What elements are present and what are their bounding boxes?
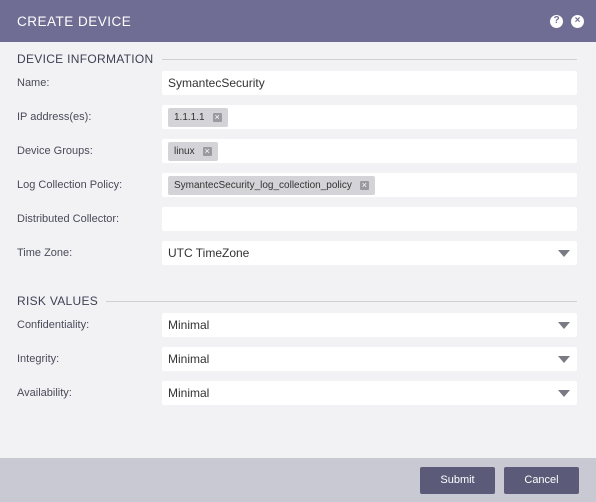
chevron-down-icon xyxy=(558,250,570,257)
name-input[interactable]: SymantecSecurity xyxy=(162,71,577,95)
name-label: Name: xyxy=(17,77,50,89)
chevron-down-icon xyxy=(558,356,570,363)
row-log-policy: Log Collection Policy: SymantecSecurity_… xyxy=(17,168,577,202)
group-tag-label: linux xyxy=(174,145,195,157)
row-ip: IP address(es): 1.1.1.1 × xyxy=(17,100,577,134)
timezone-select[interactable]: UTC TimeZone xyxy=(162,241,577,265)
row-device-groups: Device Groups: linux × xyxy=(17,134,577,168)
row-integrity: Integrity: Minimal xyxy=(17,342,577,376)
ip-tag-label: 1.1.1.1 xyxy=(174,111,205,123)
confidentiality-select[interactable]: Minimal xyxy=(162,313,577,337)
ip-input[interactable]: 1.1.1.1 × xyxy=(162,105,577,129)
dialog-footer: Submit Cancel xyxy=(0,458,596,502)
cancel-button[interactable]: Cancel xyxy=(504,466,579,494)
group-tag: linux × xyxy=(168,141,218,161)
policy-tag: SymantecSecurity_log_collection_policy × xyxy=(168,175,375,195)
remove-tag-icon[interactable]: × xyxy=(212,112,222,122)
chevron-down-icon xyxy=(558,322,570,329)
row-collector: Distributed Collector: xyxy=(17,202,577,236)
submit-button[interactable]: Submit xyxy=(420,466,495,494)
integrity-select[interactable]: Minimal xyxy=(162,347,577,371)
confidentiality-value: Minimal xyxy=(168,318,210,332)
section-device-information: DEVICE INFORMATION xyxy=(17,52,577,66)
dialog-body: DEVICE INFORMATION Name: SymantecSecurit… xyxy=(0,42,596,410)
close-icon[interactable]: × xyxy=(571,14,584,28)
ip-label: IP address(es): xyxy=(17,111,92,123)
remove-tag-icon[interactable]: × xyxy=(202,146,212,156)
section-title: DEVICE INFORMATION xyxy=(17,52,154,66)
section-title: RISK VALUES xyxy=(17,294,99,308)
help-icon[interactable]: ? xyxy=(550,14,563,28)
section-divider xyxy=(161,58,577,60)
availability-select[interactable]: Minimal xyxy=(162,381,577,405)
create-device-dialog: CREATE DEVICE ? × DEVICE INFORMATION Nam… xyxy=(0,0,596,502)
timezone-value: UTC TimeZone xyxy=(168,246,250,260)
dialog-title: CREATE DEVICE xyxy=(17,13,132,29)
availability-label: Availability: xyxy=(17,387,72,399)
integrity-label: Integrity: xyxy=(17,353,60,365)
header-icons: ? × xyxy=(550,14,584,28)
policy-tag-label: SymantecSecurity_log_collection_policy xyxy=(174,179,352,191)
device-groups-label: Device Groups: xyxy=(17,145,93,157)
log-policy-input[interactable]: SymantecSecurity_log_collection_policy × xyxy=(162,173,577,197)
integrity-value: Minimal xyxy=(168,352,210,366)
ip-tag: 1.1.1.1 × xyxy=(168,107,228,127)
dialog-header: CREATE DEVICE ? × xyxy=(0,0,596,42)
chevron-down-icon xyxy=(558,390,570,397)
section-divider xyxy=(106,300,577,302)
row-name: Name: SymantecSecurity xyxy=(17,66,577,100)
row-timezone: Time Zone: UTC TimeZone xyxy=(17,236,577,270)
confidentiality-label: Confidentiality: xyxy=(17,319,90,331)
log-policy-label: Log Collection Policy: xyxy=(17,179,123,191)
row-confidentiality: Confidentiality: Minimal xyxy=(17,308,577,342)
section-risk-values: RISK VALUES xyxy=(17,294,577,308)
row-availability: Availability: Minimal xyxy=(17,376,577,410)
collector-input[interactable] xyxy=(162,207,577,231)
device-groups-input[interactable]: linux × xyxy=(162,139,577,163)
timezone-label: Time Zone: xyxy=(17,247,73,259)
remove-tag-icon[interactable]: × xyxy=(359,180,369,190)
collector-label: Distributed Collector: xyxy=(17,213,120,225)
availability-value: Minimal xyxy=(168,386,210,400)
